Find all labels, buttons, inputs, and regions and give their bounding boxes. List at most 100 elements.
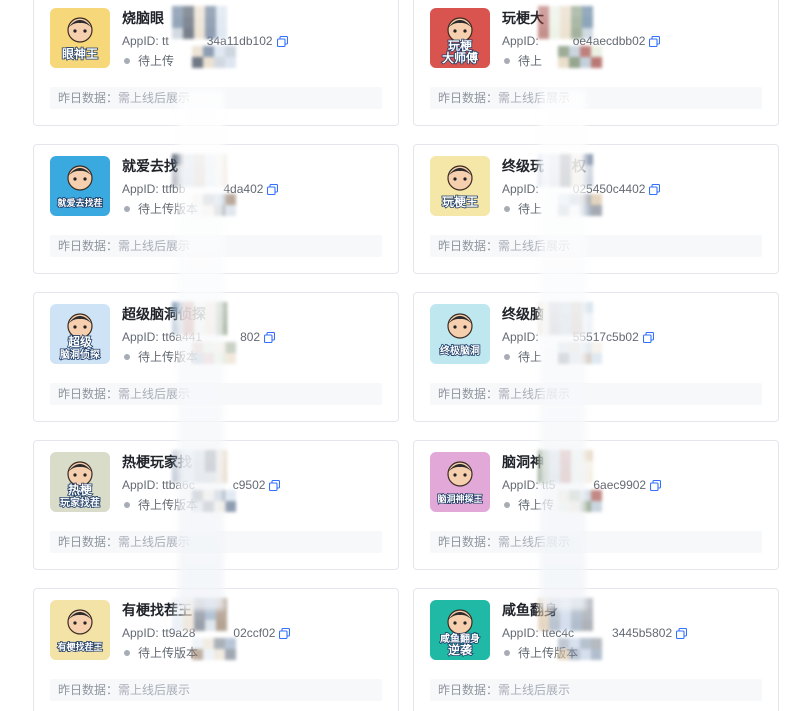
status-dot-icon	[124, 58, 130, 64]
meme-master-icon[interactable]: 玩梗 大师傅	[430, 8, 490, 68]
appid-row: AppID: 55517c5b02	[502, 328, 766, 346]
yesterday-data-value: 需上线后展示	[118, 91, 191, 105]
app-card[interactable]: 终极脑洞 终级脑 AppID: 55517c5b02 待上 昨日数据：需上线后展示	[413, 292, 779, 422]
brain-god-icon[interactable]: 脑洞神探王	[430, 452, 490, 512]
status-row: 待上传版本	[502, 644, 766, 662]
meme-king-icon[interactable]: 玩梗王	[430, 156, 490, 216]
app-name[interactable]: 终级脑	[502, 304, 766, 324]
app-info: 终级玩 权 AppID: 025450c4402 待上	[502, 156, 766, 218]
copy-icon[interactable]	[649, 183, 661, 195]
app-name[interactable]: 玩梗大	[502, 8, 766, 28]
appid-row: AppID: 025450c4402	[502, 180, 766, 198]
yesterday-data-bar: 昨日数据：需上线后展示	[50, 235, 382, 257]
appid-text: AppID: ttec4c	[502, 626, 575, 640]
status-dot-icon	[124, 206, 130, 212]
copy-icon[interactable]	[276, 35, 288, 47]
card-header: 就爱去找茬 就爱去找 AppID: ttfbb 4da402 待上传版本	[50, 156, 386, 218]
app-card[interactable]: 超级 脑洞侦探 超级脑洞侦探 AppID: tt6a441 802 待上传版本 昨日数据：需…	[33, 292, 399, 422]
yesterday-data-label: 昨日数据：	[438, 91, 499, 105]
app-info: 就爱去找 AppID: ttfbb 4da402 待上传版本	[122, 156, 386, 218]
copy-icon[interactable]	[649, 35, 661, 47]
svg-text:脑洞侦探: 脑洞侦探	[60, 348, 100, 361]
status-dot-icon	[124, 354, 130, 360]
yesterday-data-value: 需上线后展示	[498, 683, 571, 697]
yesterday-data-bar: 昨日数据：需上线后展示	[430, 679, 762, 701]
copy-icon[interactable]	[279, 627, 291, 639]
yesterday-data-label: 昨日数据：	[438, 387, 499, 401]
app-info: 终级脑 AppID: 55517c5b02 待上	[502, 304, 766, 366]
app-name[interactable]: 脑洞神	[502, 452, 766, 472]
appid-text: AppID: tt	[122, 34, 169, 48]
yesterday-data-value: 需上线后展示	[118, 387, 191, 401]
app-name[interactable]: 就爱去找	[122, 156, 386, 176]
app-card[interactable]: 就爱去找茬 就爱去找 AppID: ttfbb 4da402 待上传版本昨日数据：需上线…	[33, 144, 399, 274]
status-text: 待上传	[518, 498, 555, 512]
status-dot-icon	[504, 502, 510, 508]
appid-tail: 802	[240, 330, 261, 344]
status-row: 待上	[502, 200, 766, 218]
appid-row: AppID: tt5 6aec9902	[502, 476, 766, 494]
copy-icon[interactable]	[642, 331, 654, 343]
appid-tail: 6aec9902	[593, 478, 647, 492]
copy-icon[interactable]	[269, 479, 281, 491]
yesterday-data-label: 昨日数据：	[58, 535, 119, 549]
app-info: 脑洞神 AppID: tt5 6aec9902 待上传	[502, 452, 766, 514]
app-info: 有梗找茬王 AppID: tt9a28 02ccf02 待上传版本	[122, 600, 386, 662]
appid-text: AppID: tt9a28	[122, 626, 196, 640]
svg-text:眼神王: 眼神王	[62, 46, 98, 61]
app-list-page: 眼神王 烧脑眼 AppID: tt 34a11db102 待上传 昨日数据：需上线后展示玩…	[0, 0, 794, 711]
status-text: 待上传版本	[138, 646, 199, 660]
app-card[interactable]: 热梗 玩家找茬 热梗玩家找 AppID: ttba6c c9502 待上传版本昨日数据：需…	[33, 440, 399, 570]
app-name[interactable]: 超级脑洞侦探	[122, 304, 386, 324]
yesterday-data-label: 昨日数据：	[438, 535, 499, 549]
app-card[interactable]: 有梗找茬王 有梗找茬王 AppID: tt9a28 02ccf02 待上传版本 昨日数据：…	[33, 588, 399, 711]
meme-player-icon[interactable]: 热梗 玩家找茬	[50, 452, 110, 512]
status-dot-icon	[504, 58, 510, 64]
find-king-icon[interactable]: 有梗找茬王	[50, 600, 110, 660]
copy-icon[interactable]	[264, 331, 276, 343]
status-text: 待上传版本	[518, 646, 579, 660]
app-card[interactable]: 玩梗 大师傅 玩梗大 AppID: oe4aecdbb02 待上 昨日数据：需上线后展示	[413, 0, 779, 126]
copy-icon[interactable]	[267, 183, 279, 195]
app-name[interactable]: 咸鱼翻身	[502, 600, 766, 620]
app-card[interactable]: 咸鱼翻身 逆袭 咸鱼翻身 AppID: ttec4c 3445b5802 待上传版本 昨日数…	[413, 588, 779, 711]
eye-king-icon[interactable]: 眼神王	[50, 8, 110, 68]
appid-tail: c9502	[232, 478, 266, 492]
find-diff-icon[interactable]: 就爱去找茬	[50, 156, 110, 216]
yesterday-data-bar: 昨日数据：需上线后展示	[430, 383, 762, 405]
status-text: 待上传	[138, 54, 175, 68]
svg-text:玩梗王: 玩梗王	[442, 194, 478, 209]
salted-fish-icon[interactable]: 咸鱼翻身 逆袭	[430, 600, 490, 660]
yesterday-data-value: 需上线后展示	[118, 535, 191, 549]
svg-text:逆袭: 逆袭	[448, 642, 473, 657]
app-name[interactable]: 终级玩 权	[502, 156, 766, 176]
app-name[interactable]: 热梗玩家找	[122, 452, 386, 472]
appid-text: AppID:	[502, 182, 539, 196]
yesterday-data-label: 昨日数据：	[58, 239, 119, 253]
appid-tail: 34a11db102	[206, 34, 273, 48]
app-name[interactable]: 烧脑眼	[122, 8, 386, 28]
yesterday-data-value: 需上线后展示	[498, 91, 571, 105]
appid-tail: 025450c4402	[572, 182, 646, 196]
svg-text:大师傅: 大师傅	[442, 50, 478, 65]
app-info: 超级脑洞侦探 AppID: tt6a441 802 待上传版本	[122, 304, 386, 366]
yesterday-data-label: 昨日数据：	[58, 91, 119, 105]
brain-hole-icon[interactable]: 终极脑洞	[430, 304, 490, 364]
card-header: 终极脑洞 终级脑 AppID: 55517c5b02 待上	[430, 304, 766, 366]
app-name[interactable]: 有梗找茬王	[122, 600, 386, 620]
appid-row: AppID: ttba6c c9502	[122, 476, 386, 494]
status-text: 待上	[518, 54, 543, 68]
yesterday-data-label: 昨日数据：	[438, 239, 499, 253]
copy-icon[interactable]	[650, 479, 662, 491]
app-card[interactable]: 脑洞神探王 脑洞神 AppID: tt5 6aec9902 待上传 昨日数据：需上线后展示	[413, 440, 779, 570]
copy-icon[interactable]	[676, 627, 688, 639]
app-card[interactable]: 玩梗王 终级玩 权 AppID: 025450c4402 待上昨日数据：需上线后展示	[413, 144, 779, 274]
yesterday-data-bar: 昨日数据：需上线后展示	[430, 235, 762, 257]
status-text: 待上传版本	[138, 202, 199, 216]
detective-icon[interactable]: 超级 脑洞侦探	[50, 304, 110, 364]
status-row: 待上传版本	[122, 496, 386, 514]
card-header: 玩梗 大师傅 玩梗大 AppID: oe4aecdbb02 待上	[430, 8, 766, 70]
yesterday-data-value: 需上线后展示	[118, 239, 191, 253]
card-header: 眼神王 烧脑眼 AppID: tt 34a11db102 待上传	[50, 8, 386, 70]
app-card[interactable]: 眼神王 烧脑眼 AppID: tt 34a11db102 待上传昨日数据：需上线后展示	[33, 0, 399, 126]
